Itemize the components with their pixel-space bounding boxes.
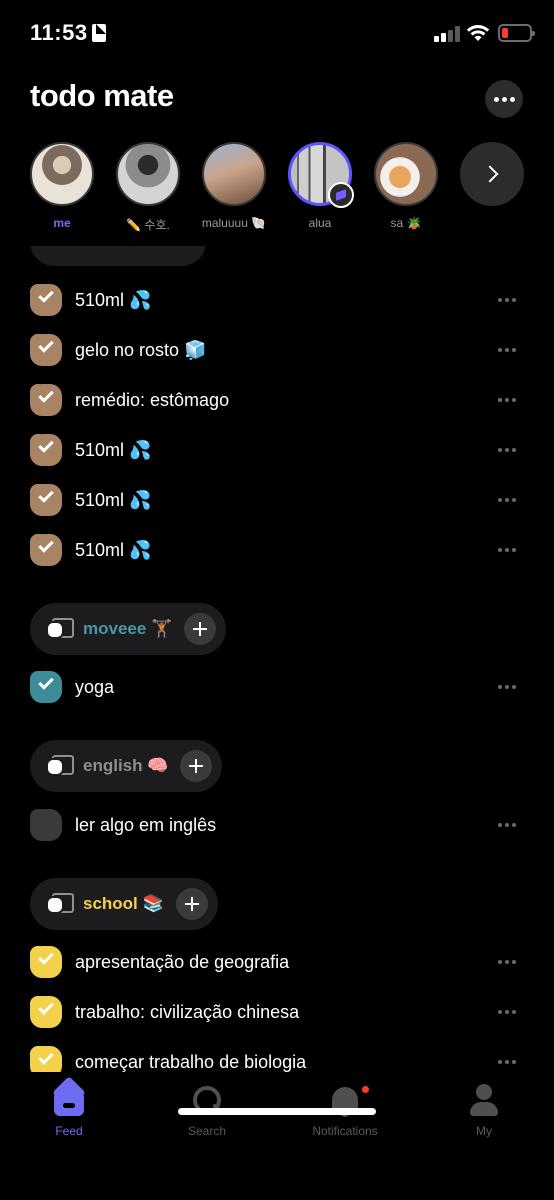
checkbox[interactable] <box>30 484 62 516</box>
checkbox[interactable] <box>30 946 62 978</box>
status-time: 11:53 <box>30 20 88 45</box>
todo-more-icon[interactable] <box>498 448 520 452</box>
avatar <box>374 142 438 206</box>
tab-feed[interactable]: Feed <box>24 1084 114 1138</box>
status-bar: 11:53 <box>0 0 554 64</box>
todo-more-icon[interactable] <box>498 398 520 402</box>
checkbox[interactable] <box>30 996 62 1028</box>
friend-suho[interactable]: ✏️ 수호. <box>116 142 180 233</box>
notification-dot <box>362 1086 369 1093</box>
avatar <box>30 142 94 206</box>
category-icon <box>46 618 74 640</box>
book-badge-icon <box>328 182 354 208</box>
todo-item[interactable]: 510ml 💦 <box>30 433 524 467</box>
ellipsis-icon <box>493 96 499 102</box>
checkbox[interactable] <box>30 809 62 841</box>
todo-item[interactable]: começar trabalho de biologia <box>30 1045 524 1072</box>
category-label: moveee 🏋🏾 <box>83 619 173 638</box>
todo-more-icon[interactable] <box>498 823 520 827</box>
category-chip-moveee[interactable]: moveee 🏋🏾 <box>30 603 227 655</box>
friend-name: alua <box>308 216 332 230</box>
friend-name: me <box>53 216 71 230</box>
tab-label: Search <box>187 1124 227 1138</box>
todo-item[interactable]: 510ml 💦 <box>30 283 524 317</box>
person-icon <box>467 1084 501 1118</box>
category-chip-english[interactable]: english 🧠 <box>30 740 223 792</box>
category-chip-partial[interactable] <box>30 246 206 266</box>
todo-text: 510ml 💦 <box>75 489 152 510</box>
header-more-button[interactable] <box>485 80 523 118</box>
todo-text: 510ml 💦 <box>75 289 152 310</box>
todo-more-icon[interactable] <box>498 548 520 552</box>
todo-more-icon[interactable] <box>498 498 520 502</box>
todo-list[interactable]: 510ml 💦 gelo no rosto 🧊 remédio: estômag… <box>0 246 554 1072</box>
add-todo-button[interactable] <box>184 613 217 645</box>
cellular-signal-icon <box>434 26 460 42</box>
todo-text: remédio: estômago <box>75 389 230 410</box>
avatar <box>202 142 266 206</box>
todo-more-icon[interactable] <box>498 685 520 689</box>
tab-label: Feed <box>55 1124 83 1138</box>
todo-item[interactable]: apresentação de geografia <box>30 945 524 979</box>
friend-me[interactable]: me <box>30 142 94 230</box>
wifi-icon <box>466 25 490 41</box>
friend-name: maluuuu 🐚 <box>201 216 267 230</box>
todo-text: apresentação de geografia <box>75 951 290 972</box>
category-chip-school[interactable]: school 📚 <box>30 878 218 930</box>
todo-item[interactable]: gelo no rosto 🧊 <box>30 333 524 367</box>
friend-alua[interactable]: alua <box>288 142 354 230</box>
todo-text: 510ml 💦 <box>75 539 152 560</box>
todo-more-icon[interactable] <box>498 298 520 302</box>
category-icon <box>46 755 74 777</box>
todo-item[interactable]: 510ml 💦 <box>30 533 524 567</box>
home-icon <box>52 1084 86 1118</box>
todo-item[interactable]: remédio: estômago <box>30 383 524 417</box>
friends-next-button[interactable] <box>460 142 524 206</box>
todo-item[interactable]: 510ml 💦 <box>30 483 524 517</box>
checkbox[interactable] <box>30 671 62 703</box>
tab-label: Notifications <box>312 1124 378 1138</box>
checkbox[interactable] <box>30 334 62 366</box>
document-icon <box>92 24 106 42</box>
category-label: english 🧠 <box>83 756 169 775</box>
checkbox[interactable] <box>30 1046 62 1072</box>
todo-text: gelo no rosto 🧊 <box>75 339 207 360</box>
todo-item[interactable]: trabalho: civilização chinesa <box>30 995 524 1029</box>
checkbox[interactable] <box>30 534 62 566</box>
checkbox[interactable] <box>30 384 62 416</box>
friend-maluuuu[interactable]: maluuuu 🐚 <box>202 142 266 230</box>
checkbox[interactable] <box>30 284 62 316</box>
avatar <box>116 142 180 206</box>
todo-item[interactable]: yoga <box>30 670 524 704</box>
battery-icon <box>498 24 535 42</box>
todo-text: 510ml 💦 <box>75 439 152 460</box>
category-label: school 📚 <box>83 894 164 913</box>
todo-more-icon[interactable] <box>498 1010 520 1014</box>
todo-more-icon[interactable] <box>498 348 520 352</box>
friend-sa[interactable]: sa 🪴 <box>374 142 438 230</box>
todo-text: começar trabalho de biologia <box>75 1051 307 1072</box>
home-indicator[interactable] <box>178 1108 376 1115</box>
friend-name: sa 🪴 <box>390 216 422 230</box>
todo-more-icon[interactable] <box>498 1060 520 1064</box>
category-icon <box>46 893 74 915</box>
todo-text: yoga <box>75 676 115 697</box>
tab-label: My <box>476 1124 492 1138</box>
todo-more-icon[interactable] <box>498 960 520 964</box>
add-todo-button[interactable] <box>175 888 208 920</box>
todo-text: trabalho: civilização chinesa <box>75 1001 300 1022</box>
tab-bar: Feed Search Notifications My <box>0 1072 554 1200</box>
todo-text: ler algo em inglês <box>75 814 217 835</box>
checkbox[interactable] <box>30 434 62 466</box>
add-todo-button[interactable] <box>180 750 213 782</box>
tab-my[interactable]: My <box>439 1084 529 1138</box>
friend-name: ✏️ 수호. <box>126 218 170 232</box>
todo-item[interactable]: ler algo em inglês <box>30 808 524 842</box>
app-title: todo mate <box>30 78 174 113</box>
